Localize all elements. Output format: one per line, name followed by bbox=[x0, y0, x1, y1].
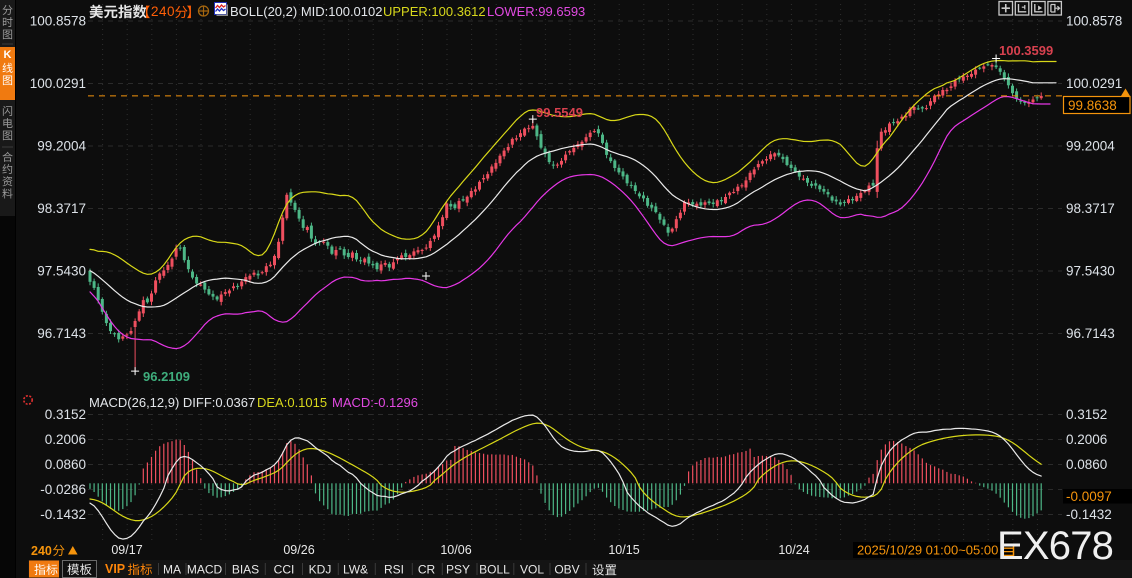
svg-text:96.2109: 96.2109 bbox=[143, 369, 190, 384]
svg-text:MACD:-0.1296: MACD:-0.1296 bbox=[332, 395, 418, 410]
svg-text:10/15: 10/15 bbox=[608, 543, 639, 557]
svg-text:LW&: LW& bbox=[343, 563, 368, 577]
svg-text:99.8638: 99.8638 bbox=[1068, 98, 1117, 113]
svg-text:BOLL: BOLL bbox=[479, 563, 510, 577]
svg-text:100.0291: 100.0291 bbox=[1066, 76, 1122, 91]
svg-text:09/17: 09/17 bbox=[111, 543, 142, 557]
svg-text:BIAS: BIAS bbox=[232, 563, 259, 577]
svg-text:RSI: RSI bbox=[384, 563, 404, 577]
svg-text:0.2006: 0.2006 bbox=[1066, 432, 1107, 447]
svg-text:09/26: 09/26 bbox=[283, 543, 314, 557]
svg-text:99.2004: 99.2004 bbox=[37, 139, 86, 154]
svg-text:99.5549: 99.5549 bbox=[536, 105, 583, 120]
svg-text:98.3717: 98.3717 bbox=[37, 201, 86, 216]
svg-text:-0.0097: -0.0097 bbox=[1066, 489, 1112, 504]
svg-text:0.0860: 0.0860 bbox=[1066, 457, 1107, 472]
svg-text:CR: CR bbox=[418, 563, 436, 577]
svg-text:0.0860: 0.0860 bbox=[45, 457, 86, 472]
svg-text:10/06: 10/06 bbox=[440, 543, 471, 557]
svg-text:-0.0286: -0.0286 bbox=[40, 482, 86, 497]
svg-text:0.3152: 0.3152 bbox=[1066, 407, 1107, 422]
svg-text:DEA:0.1015: DEA:0.1015 bbox=[257, 395, 327, 410]
svg-text:UPPER:100.3612: UPPER:100.3612 bbox=[383, 4, 486, 19]
svg-text:-0.1432: -0.1432 bbox=[40, 507, 86, 522]
svg-text:100.8578: 100.8578 bbox=[1066, 14, 1122, 29]
svg-text:OBV: OBV bbox=[554, 563, 579, 577]
svg-text:100.0291: 100.0291 bbox=[30, 76, 86, 91]
svg-text:CCI: CCI bbox=[274, 563, 295, 577]
svg-text:VOL: VOL bbox=[520, 563, 544, 577]
svg-text:BOLL(20,2) MID:100.0102: BOLL(20,2) MID:100.0102 bbox=[230, 4, 382, 19]
svg-text:96.7143: 96.7143 bbox=[37, 326, 86, 341]
svg-text:LOWER:99.6593: LOWER:99.6593 bbox=[487, 4, 585, 19]
svg-text:KDJ: KDJ bbox=[309, 563, 332, 577]
svg-text:0.2006: 0.2006 bbox=[45, 432, 86, 447]
svg-text:0.3152: 0.3152 bbox=[45, 407, 86, 422]
svg-text:96.7143: 96.7143 bbox=[1066, 326, 1115, 341]
svg-text:240: 240 bbox=[31, 544, 52, 558]
svg-text:2025/10/29 01:00~05:00: 2025/10/29 01:00~05:00 bbox=[857, 543, 998, 558]
svg-text:MA: MA bbox=[163, 563, 181, 577]
svg-text:100.3599: 100.3599 bbox=[999, 43, 1053, 58]
svg-text:100.8578: 100.8578 bbox=[30, 14, 86, 29]
svg-text:97.5430: 97.5430 bbox=[1066, 264, 1115, 279]
svg-text:VIP: VIP bbox=[105, 562, 125, 576]
svg-text:240: 240 bbox=[151, 4, 175, 19]
svg-text:MACD: MACD bbox=[187, 563, 223, 577]
svg-text:98.3717: 98.3717 bbox=[1066, 201, 1115, 216]
svg-text:97.5430: 97.5430 bbox=[37, 264, 86, 279]
svg-text:-0.1432: -0.1432 bbox=[1066, 507, 1112, 522]
svg-text:PSY: PSY bbox=[446, 563, 470, 577]
svg-text:MACD(26,12,9) DIFF:0.0367: MACD(26,12,9) DIFF:0.0367 bbox=[89, 395, 255, 410]
svg-text:10/24: 10/24 bbox=[778, 543, 809, 557]
svg-text:99.2004: 99.2004 bbox=[1066, 139, 1115, 154]
svg-text:K: K bbox=[4, 49, 12, 61]
